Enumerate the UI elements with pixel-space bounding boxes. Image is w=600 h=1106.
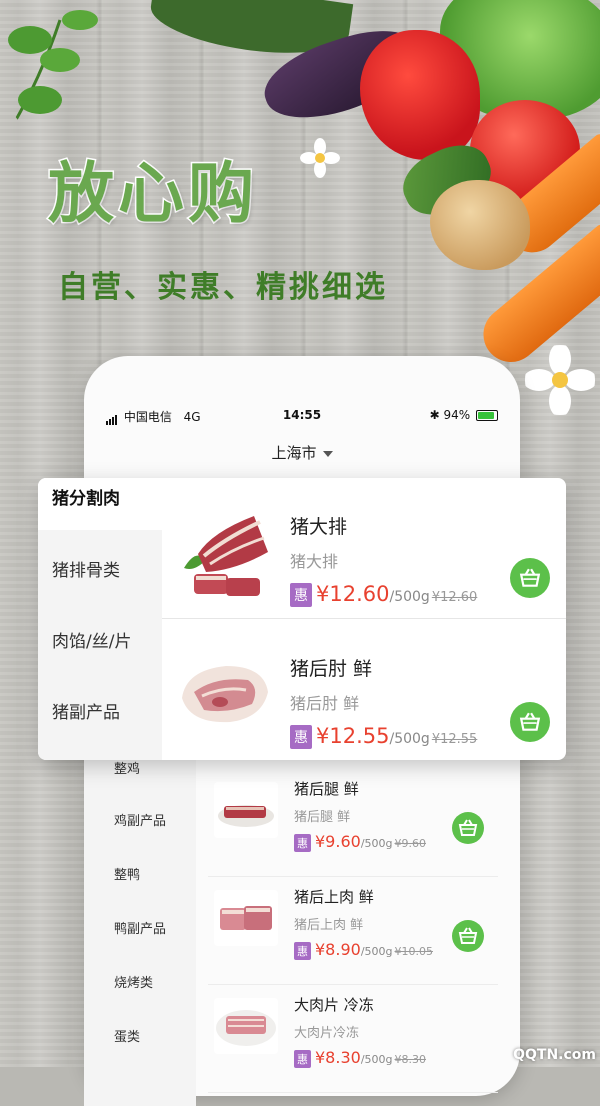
product-image <box>214 782 278 838</box>
price-unit: /500g <box>360 945 393 958</box>
flower-decoration <box>300 138 340 178</box>
basket-icon <box>458 927 478 944</box>
product-name: 猪大排 <box>290 516 348 538</box>
product-name: 猪后上肉 鲜 <box>294 888 374 906</box>
popup-category-sidebar: 猪分割肉 猪排骨类 肉馅/丝/片 猪副产品 <box>38 478 162 760</box>
product-subtitle: 猪后肘 鲜 <box>290 694 360 713</box>
price-unit: /500g <box>360 837 393 850</box>
category-tab[interactable]: 猪副产品 <box>52 698 120 723</box>
product-row[interactable]: 猪后肘 鲜 猪后肘 鲜 惠 ¥12.55/500g ¥12.55 <box>162 628 566 760</box>
product-row[interactable]: 猪大排 猪大排 惠 ¥12.60/500g ¥12.60 <box>162 478 566 619</box>
add-to-cart-button[interactable] <box>510 702 550 742</box>
discount-badge: 惠 <box>294 1049 311 1068</box>
flower-decoration <box>525 345 595 415</box>
status-bar: 中国电信 4G 14:55 ✱ 94% <box>106 408 498 428</box>
category-tab[interactable]: 肉馅/丝/片 <box>52 627 131 652</box>
basket-icon <box>519 712 541 731</box>
watermark: QQTN.com <box>513 1047 596 1063</box>
original-price: ¥10.05 <box>394 945 434 958</box>
sidebar-item[interactable]: 鸭副产品 <box>114 918 166 937</box>
dropdown-caret-icon <box>322 450 333 457</box>
basket-icon <box>458 819 478 836</box>
discount-badge: 惠 <box>290 583 312 607</box>
price: ¥12.55 <box>316 724 390 748</box>
bluetooth-icon: ✱ <box>429 408 440 422</box>
discount-badge: 惠 <box>294 941 311 960</box>
city-selector[interactable]: 上海市 <box>84 442 520 463</box>
parsley-decoration <box>8 10 98 131</box>
battery-icon <box>476 410 498 421</box>
product-row[interactable]: 大肉片 冷冻 大肉片冷冻 惠 ¥8.30/500g ¥8.30 <box>208 984 498 1093</box>
product-row[interactable]: 猪后上肉 鲜 猪后上肉 鲜 惠 ¥8.90/500g ¥10.05 <box>208 876 498 985</box>
price-line: 惠 ¥8.90/500g ¥10.05 <box>294 940 433 960</box>
original-price: ¥12.60 <box>431 590 478 605</box>
sidebar-item[interactable]: 烧烤类 <box>114 972 153 991</box>
price-line: 惠 ¥9.60/500g ¥9.60 <box>294 832 426 852</box>
original-price: ¥12.55 <box>431 732 478 747</box>
product-image <box>214 890 278 946</box>
sidebar-item[interactable]: 鸡副产品 <box>114 810 166 829</box>
add-to-cart-button[interactable] <box>510 558 550 598</box>
price-unit: /500g <box>360 1053 393 1066</box>
category-sidebar: 整鸡 鸡副产品 整鸭 鸭副产品 烧烤类 蛋类 <box>84 746 196 1106</box>
product-image <box>214 998 278 1054</box>
product-image <box>176 644 274 742</box>
original-price: ¥9.60 <box>394 837 427 850</box>
product-name: 猪后腿 鲜 <box>294 780 359 798</box>
product-subtitle: 猪后腿 鲜 <box>294 810 351 825</box>
product-row[interactable]: 猪后腿 鲜 猪后腿 鲜 惠 ¥9.60/500g ¥9.60 <box>208 768 498 877</box>
product-subtitle: 猪大排 <box>290 552 339 571</box>
discount-badge: 惠 <box>294 833 311 852</box>
sidebar-item[interactable]: 整鸭 <box>114 864 140 883</box>
category-popup-card: 猪分割肉 猪排骨类 肉馅/丝/片 猪副产品 猪大排 猪大排 惠 ¥12.60/50… <box>38 478 566 760</box>
category-tab[interactable]: 猪排骨类 <box>52 556 120 581</box>
product-image <box>176 508 274 606</box>
price: ¥8.30 <box>315 1048 361 1067</box>
sidebar-item[interactable]: 蛋类 <box>114 1026 140 1045</box>
price: ¥9.60 <box>315 832 361 851</box>
price-unit: /500g <box>389 731 430 747</box>
slogan-subtitle: 自营、实惠、精挑细选 <box>58 270 388 305</box>
price: ¥8.90 <box>315 940 361 959</box>
slogan-title: 放心购 <box>47 154 258 234</box>
product-name: 猪后肘 鲜 <box>290 658 373 680</box>
basket-icon <box>519 568 541 587</box>
product-name: 大肉片 冷冻 <box>294 996 374 1014</box>
category-tab-active[interactable]: 猪分割肉 <box>52 484 120 509</box>
add-to-cart-button[interactable] <box>452 920 484 952</box>
original-price: ¥8.30 <box>394 1053 427 1066</box>
product-subtitle: 大肉片冷冻 <box>294 1026 360 1041</box>
price: ¥12.60 <box>316 582 390 606</box>
price-line: 惠 ¥8.30/500g ¥8.30 <box>294 1048 426 1068</box>
discount-badge: 惠 <box>290 725 312 749</box>
city-label: 上海市 <box>271 444 317 462</box>
add-to-cart-button[interactable] <box>452 812 484 844</box>
price-line: 惠 ¥12.55/500g ¥12.55 <box>290 724 477 749</box>
product-subtitle: 猪后上肉 鲜 <box>294 918 364 933</box>
price-line: 惠 ¥12.60/500g ¥12.60 <box>290 582 477 607</box>
price-unit: /500g <box>389 589 430 605</box>
sidebar-item[interactable]: 整鸡 <box>114 758 140 777</box>
battery-percent: 94% <box>443 408 471 422</box>
